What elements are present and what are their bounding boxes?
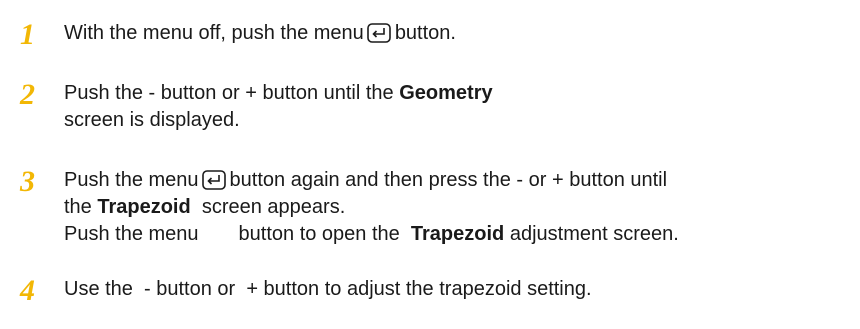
step-line: Push the - button or + button until the …	[64, 80, 854, 107]
enter-key-icon	[201, 170, 226, 190]
step-text: With the menu off, push the menu button.	[64, 20, 854, 47]
step-number: 2	[20, 78, 35, 111]
text-fragment: adjustment screen.	[504, 223, 679, 245]
step-number: 1	[20, 18, 35, 51]
step-line: Push the menu button again and then press…	[64, 167, 854, 194]
text-fragment: Push the menu	[64, 169, 199, 191]
text-fragment: button to open the	[238, 223, 411, 245]
text-bold: Geometry	[399, 82, 493, 104]
step-line: With the menu off, push the menu button.	[64, 20, 854, 47]
step-number: 4	[20, 274, 35, 307]
step-number: 3	[20, 165, 35, 198]
text-fragment: button again and then press the - or + b…	[229, 169, 668, 191]
text-bold: Trapezoid	[97, 196, 191, 218]
enter-key-icon	[367, 23, 391, 43]
step-line: Use the - button or + button to adjust t…	[64, 276, 854, 303]
text-fragment: Use the - button or + button to adjust t…	[64, 278, 592, 300]
step-line: screen is displayed.	[64, 107, 854, 134]
text-fragment: Push the - button or + button until the	[64, 82, 400, 104]
text-fragment: button.	[394, 22, 456, 44]
step-line: the Trapezoid screen appears.	[64, 194, 854, 221]
step-line: Push the menu button to open the Trapezoi…	[64, 221, 854, 248]
step-text: Use the - button or + button to adjust t…	[64, 276, 854, 303]
text-fragment: screen is displayed.	[64, 109, 240, 131]
step-text: Push the menu button again and then press…	[64, 167, 854, 248]
text-fragment: With the menu off, push the menu	[64, 22, 364, 44]
text-fragment: Push the menu	[64, 223, 199, 245]
text-bold: Trapezoid	[410, 223, 505, 245]
step-text: Push the - button or + button until the …	[64, 80, 854, 134]
text-fragment: the	[64, 196, 98, 218]
text-fragment: screen appears.	[190, 196, 346, 218]
